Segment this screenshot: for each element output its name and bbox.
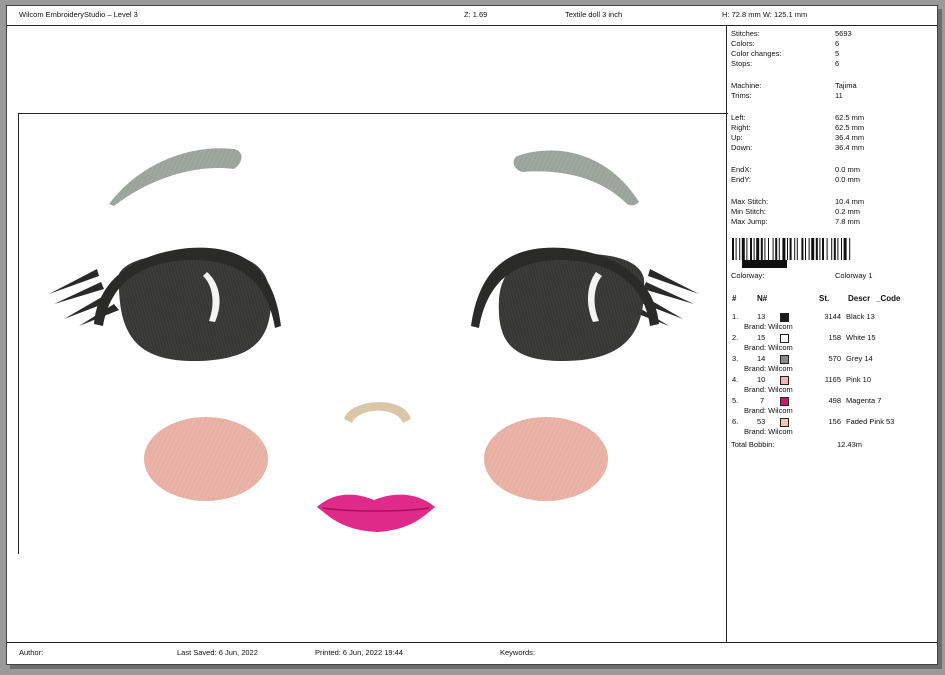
stat-value: 5 <box>835 49 840 58</box>
stat-value: 0.0 mm <box>835 165 861 174</box>
color-row-descr: Faded Pink 53 <box>846 417 895 426</box>
header-bar: Wilcom EmbroideryStudio – Level 3 Z: 1.6… <box>7 6 937 26</box>
footer-last-saved: Last Saved: 6 Jun, 2022 <box>177 648 258 657</box>
col-header-index: # <box>732 294 737 303</box>
color-swatch <box>780 334 789 343</box>
stat-label: Max Stitch: <box>731 197 769 206</box>
stat-label: Up: <box>731 133 743 142</box>
footer-bar: Author: Last Saved: 6 Jun, 2022 Printed:… <box>7 642 937 664</box>
colorway-label: Colorway: <box>731 271 765 280</box>
left-eyebrow <box>109 148 242 206</box>
stat-value: 62.5 mm <box>835 123 865 132</box>
stat-value: 5693 <box>835 29 852 38</box>
color-row-index: 1. <box>732 312 739 321</box>
stat-label: Max Jump: <box>731 217 768 226</box>
color-row-stitches: 3144 <box>824 312 841 321</box>
color-row-index: 6. <box>732 417 739 426</box>
right-eye <box>471 247 699 362</box>
stat-value: 7.8 mm <box>835 217 861 226</box>
col-header-code: _Code <box>876 294 901 303</box>
colorway-value: Colorway 1 <box>835 271 873 280</box>
stat-label: Trims: <box>731 91 752 100</box>
color-row-number: 10 <box>757 375 766 384</box>
color-swatch <box>780 313 789 322</box>
total-bobbin-label: Total Bobbin: <box>731 440 775 449</box>
color-row-number: 13 <box>757 312 766 321</box>
color-row-brand: Brand: Wilcom <box>744 322 793 331</box>
stat-label: Stitches: <box>731 29 760 38</box>
stat-value: 36.4 mm <box>835 133 865 142</box>
app-title: Wilcom EmbroideryStudio – Level 3 <box>19 10 138 19</box>
color-swatch <box>780 397 789 406</box>
color-row-number: 15 <box>757 333 766 342</box>
right-cheek <box>484 417 608 501</box>
right-eyebrow <box>513 150 639 206</box>
left-eye <box>49 247 281 362</box>
barcode <box>732 238 907 270</box>
print-preview-sheet: Wilcom EmbroideryStudio – Level 3 Z: 1.6… <box>6 5 938 665</box>
color-row-brand: Brand: Wilcom <box>744 427 793 436</box>
design-name: Textile doll 3 inch <box>565 10 623 19</box>
stat-value: 0.0 mm <box>835 175 861 184</box>
color-row-descr: White 15 <box>846 333 876 342</box>
color-row-brand: Brand: Wilcom <box>744 406 793 415</box>
stat-label: EndY: <box>731 175 752 184</box>
footer-keywords: Keywords: <box>500 648 536 657</box>
design-size: H: 72.8 mm W: 125.1 mm <box>722 10 808 19</box>
color-row-index: 5. <box>732 396 739 405</box>
stat-label: Right: <box>731 123 751 132</box>
stat-label: Min Stitch: <box>731 207 767 216</box>
color-row-descr: Black 13 <box>846 312 875 321</box>
left-cheek <box>144 417 268 501</box>
stat-value: 11 <box>835 91 843 100</box>
color-row-index: 4. <box>732 375 739 384</box>
color-row-descr: Grey 14 <box>846 354 873 363</box>
color-row-stitches: 158 <box>828 333 841 342</box>
lips <box>317 494 435 532</box>
stat-label: EndX: <box>731 165 752 174</box>
stat-value: 0.2 mm <box>835 207 861 216</box>
color-swatch <box>780 418 789 427</box>
color-row-brand: Brand: Wilcom <box>744 364 793 373</box>
color-row-stitches: 498 <box>828 396 841 405</box>
footer-author: Author: <box>19 648 44 657</box>
color-row-brand: Brand: Wilcom <box>744 343 793 352</box>
total-bobbin-value: 12.43m <box>837 440 863 449</box>
stat-value: 10.4 mm <box>835 197 865 206</box>
embroidery-face-design <box>49 148 699 532</box>
color-row-stitches: 570 <box>828 354 841 363</box>
color-row-stitches: 1165 <box>824 375 841 384</box>
nose <box>344 402 411 423</box>
color-row-descr: Magenta 7 <box>846 396 882 405</box>
stat-label: Color changes: <box>731 49 782 58</box>
stat-value: 62.5 mm <box>835 113 865 122</box>
stat-label: Machine: <box>731 81 762 90</box>
color-row-stitches: 156 <box>828 417 841 426</box>
col-header-number: N# <box>757 294 768 303</box>
stat-value: 6 <box>835 39 840 48</box>
color-row-index: 3. <box>732 354 739 363</box>
color-row-number: 53 <box>757 417 766 426</box>
color-row-number: 7 <box>760 396 765 405</box>
col-header-stitches: St. <box>819 294 830 303</box>
barcode-graphic <box>732 238 851 268</box>
color-swatch <box>780 355 789 364</box>
stat-value: 36.4 mm <box>835 143 865 152</box>
color-row-number: 14 <box>757 354 766 363</box>
zoom-level: Z: 1.69 <box>464 10 488 19</box>
color-swatch <box>780 376 789 385</box>
col-header-descr: Descr <box>848 294 871 303</box>
stat-label: Down: <box>731 143 753 152</box>
footer-printed: Printed: 6 Jun, 2022 19:44 <box>315 648 403 657</box>
color-row-descr: Pink 10 <box>846 375 872 384</box>
stat-value: 6 <box>835 59 840 68</box>
stat-value: Tajima <box>835 81 857 90</box>
stat-label: Left: <box>731 113 746 122</box>
color-row-brand: Brand: Wilcom <box>744 385 793 394</box>
stat-label: Colors: <box>731 39 755 48</box>
stat-label: Stops: <box>731 59 753 68</box>
design-preview <box>18 113 728 554</box>
color-row-index: 2. <box>732 333 739 342</box>
